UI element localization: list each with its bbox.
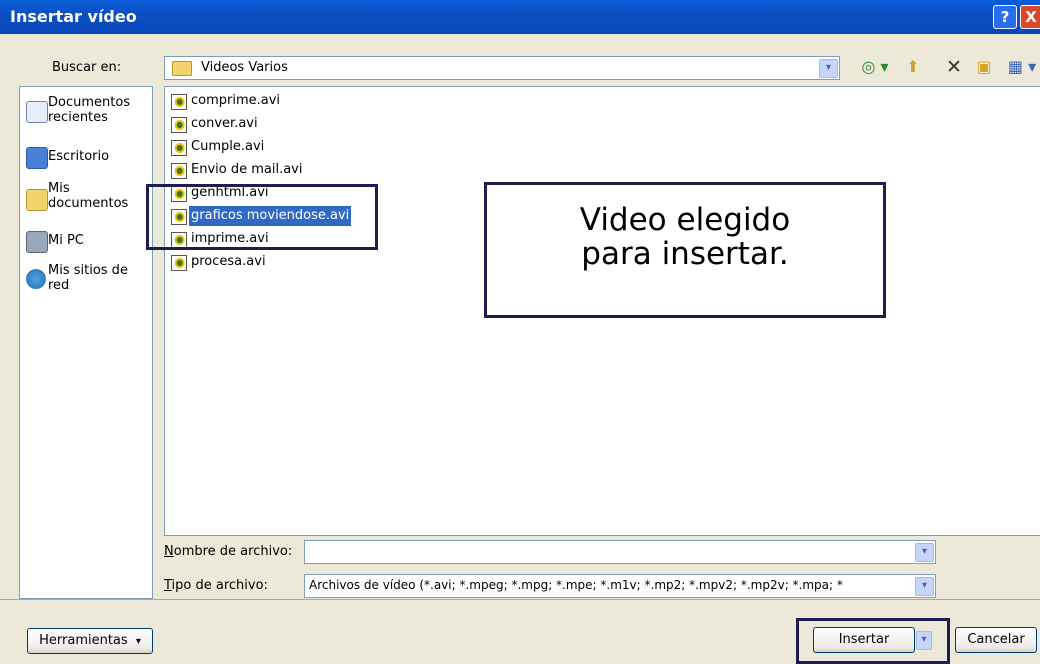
desktop-icon <box>26 147 48 169</box>
place-recent[interactable]: Documentos recientes <box>26 95 150 129</box>
views-button[interactable]: ▦ ▾ <box>1004 58 1040 76</box>
place-desktop-label: Escritorio <box>48 149 110 164</box>
window-title: Insertar vídeo <box>10 7 137 26</box>
insert-dropdown-button[interactable]: ▾ <box>916 631 932 650</box>
place-my-pc-label: Mi PC <box>48 233 84 248</box>
help-button[interactable]: ? <box>993 5 1017 29</box>
network-places-icon <box>26 269 46 289</box>
chevron-down-icon[interactable]: ▾ <box>819 59 838 78</box>
title-bar: Insertar vídeo ? X <box>0 0 1040 34</box>
back-button[interactable]: ◎ ▾ <box>860 58 890 76</box>
filetype-value: Archivos de vídeo (*.avi; *.mpeg; *.mpg;… <box>309 578 843 592</box>
up-folder-button[interactable]: ⬆ <box>903 58 923 76</box>
chevron-down-icon[interactable]: ▾ <box>915 543 934 562</box>
delete-button[interactable]: ✕ <box>944 58 964 77</box>
annotation-callout: Video elegido para insertar. <box>484 182 886 318</box>
recent-documents-icon <box>26 101 48 123</box>
filetype-label: Tipo de archivo: <box>164 578 268 593</box>
place-recent-label: Documentos recientes <box>48 95 131 125</box>
video-file-icon <box>171 163 187 179</box>
video-file-icon <box>171 255 187 271</box>
chevron-down-icon: ▾ <box>135 636 141 647</box>
tools-button-label: Herramientas <box>39 633 128 648</box>
chevron-down-icon[interactable]: ▾ <box>915 577 934 596</box>
place-my-documents-label: Mis documentos <box>48 181 129 211</box>
places-bar: Documentos recientes Escritorio Mis docu… <box>19 86 153 599</box>
annotation-line-1: Video elegido <box>579 202 791 238</box>
filename-field[interactable]: ▾ <box>304 540 936 564</box>
insert-button[interactable]: Insertar <box>813 627 915 653</box>
cancel-button-label: Cancelar <box>967 632 1025 647</box>
place-network-label: Mis sitios de red <box>48 263 128 293</box>
video-file-icon <box>171 94 187 110</box>
place-my-pc[interactable]: Mi PC <box>26 231 150 253</box>
computer-icon <box>26 231 48 253</box>
place-network[interactable]: Mis sitios de red <box>26 263 150 297</box>
video-file-icon <box>171 117 187 133</box>
filename-label: Nombre de archivo: <box>164 544 293 559</box>
annotation-line-2: para insertar. <box>581 236 789 272</box>
filename-label-text: ombre de archivo: <box>173 544 293 559</box>
folder-icon <box>172 61 192 76</box>
insert-button-label: Insertar <box>838 632 890 647</box>
look-in-value: Videos Varios <box>201 60 288 75</box>
cancel-button[interactable]: Cancelar <box>955 627 1037 653</box>
annotation-text: Video elegido para insertar. <box>487 203 883 271</box>
close-button[interactable]: X <box>1020 5 1040 29</box>
place-desktop[interactable]: Escritorio <box>26 147 150 169</box>
new-folder-button[interactable]: ▣ <box>974 58 994 76</box>
my-documents-icon <box>26 189 48 211</box>
selection-highlight-box <box>146 184 378 250</box>
look-in-combo[interactable]: Videos Varios ▾ <box>164 56 840 80</box>
filetype-select[interactable]: Archivos de vídeo (*.avi; *.mpeg; *.mpg;… <box>304 574 936 598</box>
video-file-icon <box>171 140 187 156</box>
divider <box>0 599 1040 600</box>
place-my-documents[interactable]: Mis documentos <box>26 181 150 215</box>
look-in-label: Buscar en: <box>52 60 122 75</box>
tools-button[interactable]: Herramientas ▾ <box>27 628 153 654</box>
